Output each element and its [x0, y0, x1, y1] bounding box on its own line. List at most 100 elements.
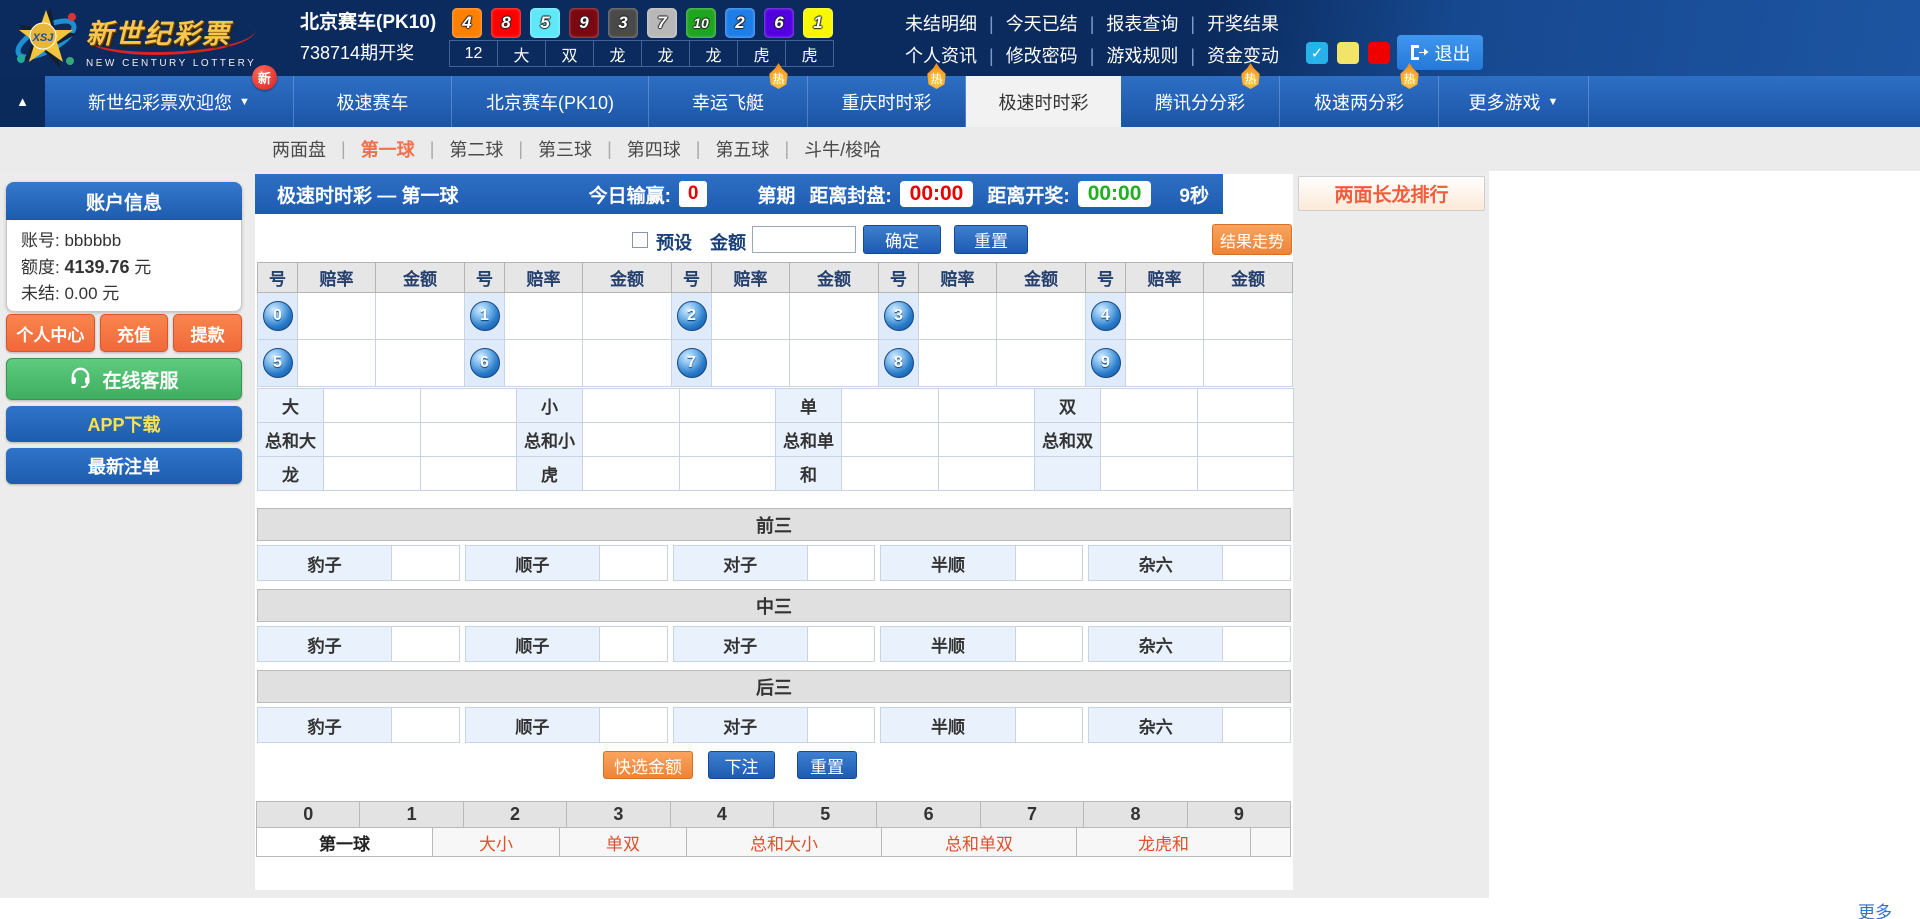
odds-cell[interactable] [324, 423, 421, 457]
theme-swatch[interactable] [1337, 42, 1359, 64]
header-link[interactable]: 资金变动 [1207, 46, 1279, 66]
confirm-button[interactable]: 确定 [863, 225, 941, 254]
header-link[interactable]: 个人资讯 [905, 46, 977, 66]
sidebar-button[interactable]: 充值 [100, 314, 169, 352]
trend-tab[interactable]: 第一球 [256, 827, 433, 857]
subnav-item[interactable]: 第四球 [627, 136, 681, 162]
odds-cell[interactable] [1101, 423, 1198, 457]
trend-tab[interactable]: 总和单双 [881, 827, 1077, 857]
trend-tab[interactable]: 大小 [432, 827, 560, 857]
combo-bet-cell[interactable] [1223, 707, 1291, 743]
subnav-item[interactable]: 斗牛/梭哈 [804, 136, 881, 162]
odds-cell[interactable] [919, 293, 997, 340]
header-link[interactable]: 未结明细 [905, 14, 977, 34]
header-link[interactable]: 报表查询 [1106, 14, 1178, 34]
odds-cell[interactable] [298, 340, 376, 387]
combo-bet-cell[interactable] [392, 707, 460, 743]
latest-bets-button[interactable]: 最新注单 [6, 448, 242, 484]
nav-tab-7[interactable]: 腾讯分分彩热 [1121, 76, 1280, 127]
odds-cell[interactable] [842, 389, 939, 423]
subnav-item[interactable]: 第一球 [361, 136, 415, 162]
combo-bet-cell[interactable] [392, 545, 460, 581]
nav-tab-8[interactable]: 极速两分彩热 [1280, 76, 1439, 127]
odds-cell[interactable] [583, 423, 680, 457]
preset-checkbox[interactable] [632, 232, 648, 248]
combo-bet-cell[interactable] [1016, 707, 1084, 743]
combo-bet-cell[interactable] [1223, 626, 1291, 662]
reset-bets-button[interactable]: 重置 [797, 751, 857, 779]
trend-tab[interactable]: 龙虎和 [1076, 827, 1251, 857]
nav-tab-1[interactable]: 新世纪彩票欢迎您▼新 [45, 76, 294, 127]
combo-label: 对子 [673, 626, 808, 662]
combo-bet-cell[interactable] [600, 626, 668, 662]
subnav-item[interactable]: 第五球 [715, 136, 769, 162]
reset-button[interactable]: 重置 [954, 225, 1028, 254]
main-nav: ▲ 新世纪彩票欢迎您▼新极速赛车北京赛车(PK10)幸运飞艇热重庆时时彩热极速时… [0, 76, 1920, 127]
result-attr-cell: 双 [545, 40, 594, 67]
nav-tab-3[interactable]: 北京赛车(PK10) [452, 76, 649, 127]
combo-bet-cell[interactable] [600, 545, 668, 581]
combo-bet-cell[interactable] [392, 626, 460, 662]
combo-bet-cell[interactable] [1016, 545, 1084, 581]
combo-bet-cell[interactable] [1223, 545, 1291, 581]
combo-label: 豹子 [257, 626, 392, 662]
sidebar-button[interactable]: 提款 [173, 314, 242, 352]
preset-label: 预设 [656, 229, 692, 255]
subnav-item[interactable]: 第二球 [449, 136, 503, 162]
combo-bet-cell[interactable] [808, 707, 876, 743]
nav-tab-5[interactable]: 重庆时时彩热 [808, 76, 966, 127]
odds-cell[interactable] [583, 389, 680, 423]
odds-cell[interactable] [1101, 457, 1198, 491]
amount-cell [939, 389, 1035, 423]
odds-cell[interactable] [505, 293, 583, 340]
combo-bet-cell[interactable] [808, 545, 876, 581]
odds-cell[interactable] [1126, 340, 1204, 387]
theme-swatch[interactable] [1368, 42, 1390, 64]
more-link[interactable]: 更多 [1858, 898, 1892, 919]
odds-cell[interactable] [1126, 293, 1204, 340]
header-link[interactable]: 开奖结果 [1207, 14, 1279, 34]
odds-cell[interactable] [324, 457, 421, 491]
account-panel-body: 账号: bbbbbb额度: 4139.76 元未结: 0.00 元 [6, 220, 242, 312]
odds-cell[interactable] [712, 340, 790, 387]
combo-bet-cell[interactable] [1016, 626, 1084, 662]
subnav-item[interactable]: 第三球 [538, 136, 592, 162]
close-countdown-value: 00:00 [900, 181, 974, 207]
header-link[interactable]: 修改密码 [1006, 46, 1078, 66]
result-trend-button[interactable]: 结果走势 [1212, 224, 1292, 255]
header-link[interactable]: 今天已结 [1006, 14, 1078, 34]
subnav-item[interactable]: 两面盘 [272, 136, 326, 162]
nav-tab-6[interactable]: 极速时时彩 [966, 76, 1121, 127]
site-logo[interactable]: XSJ 新世纪彩票 NEW CENTURY LOTTERY [12, 3, 256, 76]
amount-input[interactable] [752, 226, 856, 253]
amount-cell [421, 389, 517, 423]
odds-cell[interactable] [583, 457, 680, 491]
odds-cell[interactable] [1101, 389, 1198, 423]
online-service-button[interactable]: 在线客服 [6, 358, 242, 400]
result-ball: 8 [491, 8, 521, 38]
combo-bet-cell[interactable] [600, 707, 668, 743]
combo-bet-cell[interactable] [808, 626, 876, 662]
odds-cell[interactable] [298, 293, 376, 340]
nav-collapse-button[interactable]: ▲ [0, 76, 45, 127]
theme-swatch[interactable]: ✓ [1306, 42, 1328, 64]
odds-cell[interactable] [842, 457, 939, 491]
two-sides-rank-button[interactable]: 两面长龙排行 [1298, 176, 1485, 211]
ball-cell: 6 [465, 340, 505, 387]
odds-cell[interactable] [324, 389, 421, 423]
odds-cell[interactable] [919, 340, 997, 387]
sidebar-button[interactable]: 个人中心 [6, 314, 95, 352]
odds-cell[interactable] [712, 293, 790, 340]
trend-tab[interactable]: 单双 [559, 827, 687, 857]
trend-tab[interactable]: 总和大小 [686, 827, 882, 857]
header-link[interactable]: 游戏规则 [1106, 46, 1178, 66]
odds-cell[interactable] [842, 423, 939, 457]
app-download-button[interactable]: APP下载 [6, 406, 242, 442]
place-bet-button[interactable]: 下注 [708, 751, 775, 779]
odds-cell[interactable] [505, 340, 583, 387]
trend-number-cell: 8 [1083, 801, 1187, 828]
nav-tab-2[interactable]: 极速赛车 [294, 76, 452, 127]
nav-tab-9[interactable]: 更多游戏▼ [1439, 76, 1589, 127]
nav-tab-4[interactable]: 幸运飞艇热 [649, 76, 808, 127]
quick-amount-button[interactable]: 快选金额 [603, 751, 693, 779]
